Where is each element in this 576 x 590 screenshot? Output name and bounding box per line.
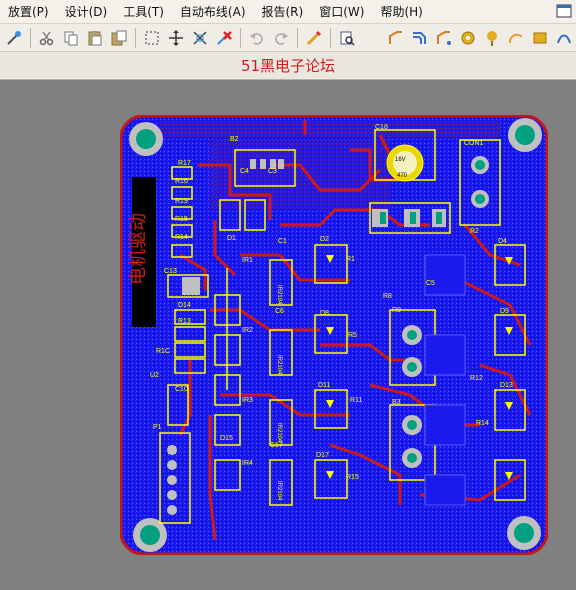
menu-place[interactable]: 放置(P) [0,0,57,24]
label-r15b: R15 [346,474,359,481]
label-d8: D8 [320,310,329,317]
label-ir4: IR4 [242,460,253,467]
pcb-canvas[interactable]: 电机驱动 B2 C4 C3 C18 CON1 16V 470 R17 R16 R… [0,81,576,590]
label-b2: B2 [230,136,239,143]
pcb-layout-svg[interactable]: 电机驱动 B2 C4 C3 C18 CON1 16V 470 R17 R16 R… [119,114,549,556]
label-d13: D13 [500,382,513,389]
label-d15: D15 [220,435,233,442]
label-ic2: IR2104 [276,355,282,375]
arc-icon[interactable] [505,27,527,49]
label-r11: R11 [350,397,362,404]
label-r5: R5 [348,332,357,339]
label-ir3: IR3 [242,397,253,404]
panel-toggle-icon[interactable] [556,3,572,19]
deselect-icon[interactable] [213,27,235,49]
menu-design[interactable]: 设计(D) [57,0,116,24]
label-d14: D14 [178,302,191,309]
cross-select-icon[interactable] [189,27,211,49]
pad-icon[interactable] [457,27,479,49]
label-r14b: R14 [476,420,489,427]
scissors-icon[interactable] [36,27,58,49]
label-r13: R13 [178,318,191,325]
label-c13: C13 [164,268,177,275]
label-r1c: R1C [156,348,170,355]
label-r19: R19 [175,198,188,205]
select-rect-icon[interactable] [141,27,163,49]
highlight-icon[interactable] [303,27,325,49]
route-track-icon[interactable] [385,27,407,49]
label-ir1: IR1 [242,257,253,264]
browse-icon[interactable] [336,27,358,49]
label-d9: D9 [500,308,509,315]
label-ir2: IR2 [242,327,253,334]
label-con1: CON1 [464,140,484,147]
label-r2: R2 [470,228,479,235]
label-470: 470 [397,173,408,179]
label-r15: R15 [175,216,188,223]
menu-help[interactable]: 帮助(H) [372,0,430,24]
label-d11: D11 [318,382,330,389]
watermark-title: 51黑电子论坛 [240,57,336,75]
label-16v: 16V [395,157,406,163]
label-c4: C4 [240,168,249,175]
via-icon[interactable] [481,27,503,49]
pcb-board[interactable]: 电机驱动 B2 C4 C3 C18 CON1 16V 470 R17 R16 R… [119,114,549,556]
mounting-hole-bottom-right [507,516,541,550]
label-c5: C5 [426,280,435,287]
paste-icon[interactable] [84,27,106,49]
redo-icon[interactable] [270,27,292,49]
document-title: 51黑电子论坛 [0,52,576,80]
silk-title-box: 电机驱动 [128,177,156,327]
label-c10: C10 [175,386,188,393]
mounting-hole-top-left [129,122,163,156]
label-ic4: IR2104 [276,481,282,501]
label-c6: C6 [275,308,284,315]
label-p1: P1 [153,424,162,431]
menu-tools[interactable]: 工具(T) [115,0,172,24]
menu-autoroute[interactable]: 自动布线(A) [172,0,254,24]
route-multi-icon[interactable] [409,27,431,49]
label-d17: D17 [316,452,329,459]
paste-array-icon[interactable] [108,27,130,49]
menu-window[interactable]: 窗口(W) [311,0,372,24]
label-r14: R14 [175,234,188,241]
silk-title: 电机驱动 [128,213,148,285]
copy-icon[interactable] [60,27,82,49]
label-d2: D2 [320,236,329,243]
label-c17: C17 [270,442,283,449]
label-u2: U2 [150,372,159,379]
menu-bar: 放置(P) 设计(D) 工具(T) 自动布线(A) 报告(R) 窗口(W) 帮助… [0,0,576,24]
label-c1: C1 [278,238,287,245]
more-icon[interactable] [553,27,575,49]
label-b3: B3 [392,399,401,406]
label-ic1: IR2104 [276,285,282,305]
label-r1: R1 [346,256,355,263]
menu-reports[interactable]: 报告(R) [254,0,312,24]
label-r8: R8 [383,293,392,300]
undo-icon[interactable] [246,27,268,49]
label-r12: R12 [470,375,483,382]
move-icon[interactable] [165,27,187,49]
label-c3: C3 [268,168,277,175]
label-d1: D1 [227,235,236,242]
label-r9: R9 [392,307,401,314]
interactive-route-icon[interactable] [433,27,455,49]
label-r16: R16 [175,178,188,185]
toolbar [0,24,576,52]
mounting-hole-top-right [508,118,542,152]
label-c18: C18 [375,124,388,131]
label-r17: R17 [178,160,191,167]
wand-icon[interactable] [3,27,25,49]
label-d4: D4 [498,238,507,245]
fill-icon[interactable] [529,27,551,49]
label-ic3: IR2104 [276,423,282,443]
